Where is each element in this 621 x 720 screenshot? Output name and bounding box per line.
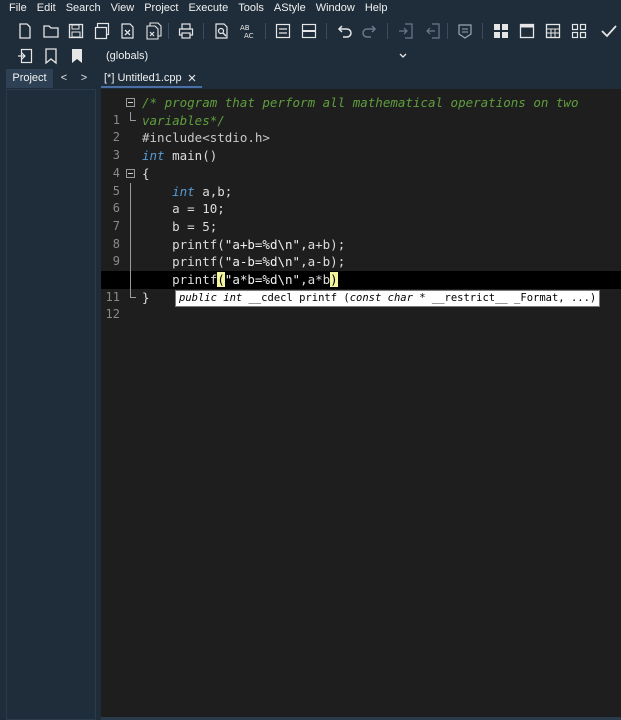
layout-icon[interactable] xyxy=(570,22,588,40)
project-panel[interactable] xyxy=(6,89,96,720)
undo-icon[interactable] xyxy=(335,22,353,40)
fold-guide xyxy=(130,217,131,236)
toolbar-separator xyxy=(168,23,169,39)
code-line: 4 int main() xyxy=(101,147,621,180)
code-text: a = 10; xyxy=(142,201,225,217)
code-line: 1 /* program that perform all mathematic… xyxy=(101,94,621,127)
code-text: printf("a-b=%d\n",a-b); xyxy=(142,254,346,270)
fold-guide xyxy=(130,253,131,271)
goto-line-icon[interactable] xyxy=(274,22,292,40)
save-all-icon[interactable] xyxy=(93,22,111,40)
replace-icon[interactable]: AB AC xyxy=(239,22,259,40)
code-text: #include<stdio.h> xyxy=(142,130,270,146)
menu-search[interactable]: Search xyxy=(61,0,106,17)
menu-file[interactable]: File xyxy=(4,0,32,17)
main-toolbar: AB AC xyxy=(0,17,621,45)
tab-scroll-left-icon[interactable]: < xyxy=(58,71,70,85)
fold-toggle-icon[interactable] xyxy=(126,98,135,107)
menu-astyle[interactable]: AStyle xyxy=(269,0,311,17)
menu-window[interactable]: Window xyxy=(311,0,360,17)
file-tab-label: [*] Untitled1.cpp xyxy=(104,72,182,84)
save-icon[interactable] xyxy=(67,22,85,40)
close-icon[interactable] xyxy=(186,69,198,88)
fold-guide xyxy=(130,235,131,254)
toolbar-separator xyxy=(482,23,483,39)
new-file-icon[interactable] xyxy=(16,22,34,40)
tab-scroll-right-icon[interactable]: > xyxy=(78,71,90,85)
toolbar-separator xyxy=(203,23,204,39)
code-text: printf("a*b=%d\n",a*b) xyxy=(142,272,338,287)
menu-edit[interactable]: Edit xyxy=(32,0,61,17)
goto-bookmark-icon[interactable] xyxy=(68,47,86,65)
menu-execute[interactable]: Execute xyxy=(183,0,233,17)
code-line-current: 11 printf("a*b=%d\n",a*b) xyxy=(101,271,621,304)
code-line: 5 { xyxy=(101,165,621,198)
menu-help[interactable]: Help xyxy=(360,0,393,17)
close-all-icon[interactable] xyxy=(145,22,163,40)
indent-icon[interactable] xyxy=(397,22,415,40)
tab-project[interactable]: Project xyxy=(6,69,53,88)
code-line: 10 printf("a-b=%d\n",a-b); xyxy=(101,253,621,286)
code-line: 7 a = 10; xyxy=(101,200,621,233)
code-line: 9 printf("a+b=%d\n",a+b); xyxy=(101,235,621,268)
menu-tools[interactable]: Tools xyxy=(233,0,269,17)
toolbar-separator xyxy=(447,23,448,39)
tab-untitled1[interactable]: [*] Untitled1.cpp xyxy=(101,69,202,88)
find-icon[interactable] xyxy=(213,22,231,40)
code-line: 8 b = 5; xyxy=(101,217,621,251)
menu-view[interactable]: View xyxy=(106,0,140,17)
code-line: 6 int a,b; xyxy=(101,182,621,215)
toolbar-separator xyxy=(326,23,327,39)
line-number: 12 xyxy=(105,307,120,322)
scope-dropdown[interactable]: (globals) xyxy=(101,47,411,65)
menu-project[interactable]: Project xyxy=(139,0,183,17)
bookmark-icon[interactable] xyxy=(42,47,60,65)
fold-end-marker xyxy=(130,111,136,121)
code-editor[interactable]: 1 /* program that perform all mathematic… xyxy=(101,89,621,717)
unindent-icon[interactable] xyxy=(424,22,442,40)
code-text: variables*/ xyxy=(142,112,225,128)
scope-value: (globals) xyxy=(106,50,149,62)
fold-guide xyxy=(130,200,131,218)
insert-icon[interactable] xyxy=(16,47,34,65)
split-editor-icon[interactable] xyxy=(300,22,318,40)
redo-icon[interactable] xyxy=(361,22,379,40)
code-text: int a,b; xyxy=(172,183,233,199)
open-folder-icon[interactable] xyxy=(42,22,60,40)
tab-row: Project < > [*] Untitled1.cpp xyxy=(0,67,621,89)
call-tip-tooltip: public int __cdecl printf (const char * … xyxy=(175,290,601,307)
code-line: 2 variables*/ xyxy=(101,111,621,144)
code-text: { xyxy=(142,165,150,181)
window-icon[interactable] xyxy=(518,22,536,40)
code-text: int main() xyxy=(142,148,218,164)
svg-text:AC: AC xyxy=(244,32,254,40)
grid-icon[interactable] xyxy=(544,22,562,40)
svg-text:AB: AB xyxy=(240,24,250,32)
fold-end-marker xyxy=(130,288,136,298)
bookmark-toggle-icon[interactable] xyxy=(456,22,474,40)
code-text: b = 5; xyxy=(142,218,218,234)
print-icon[interactable] xyxy=(177,22,195,40)
menu-bar: File Edit Search View Project Execute To… xyxy=(0,0,621,17)
close-file-icon[interactable] xyxy=(119,22,137,40)
chevron-down-icon xyxy=(397,47,409,65)
fold-toggle-icon[interactable] xyxy=(126,168,135,178)
toolbar-separator xyxy=(387,23,388,39)
code-line: 3 #include<stdio.h> xyxy=(101,129,621,162)
fold-guide xyxy=(130,182,131,201)
code-text: } xyxy=(142,289,150,305)
fold-guide xyxy=(130,271,131,289)
code-text: printf("a+b=%d\n",a+b); xyxy=(142,236,346,252)
toolbar-separator xyxy=(265,23,266,39)
code-text: /* program that perform all mathematical… xyxy=(142,95,579,110)
tile-icon[interactable] xyxy=(492,22,510,40)
check-icon[interactable] xyxy=(600,22,618,40)
secondary-toolbar: (globals) xyxy=(0,45,621,67)
